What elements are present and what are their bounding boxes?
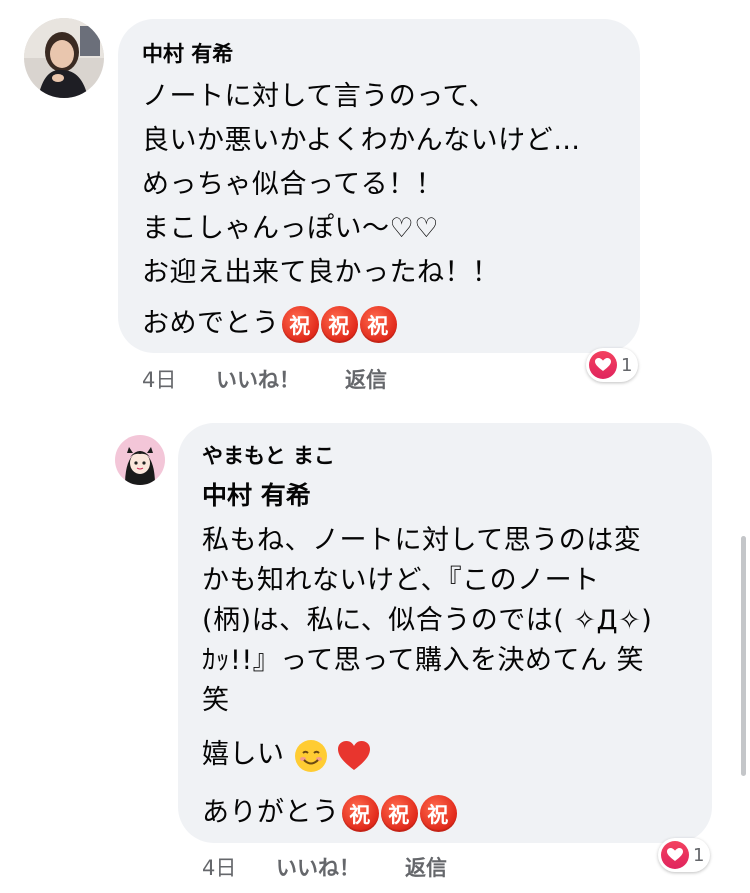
comment-final-line: おめでとう 祝 祝 祝 xyxy=(142,301,397,343)
comment-line: 私もね、ノートに対して思うのは変 xyxy=(202,525,642,556)
comment-line: めっちゃ似合ってる！！ xyxy=(142,169,444,200)
smiling-face-icon xyxy=(294,739,327,772)
comment-line: まこしゃんっぽい〜♡♡ xyxy=(142,213,439,244)
comment-final-text: おめでとう xyxy=(142,308,280,339)
mention-tag[interactable]: 中村 有希 xyxy=(202,476,311,512)
scrollbar[interactable] xyxy=(741,536,746,776)
reply-button-2[interactable]: 返信 xyxy=(405,852,447,882)
celebration-emoji: 祝 xyxy=(320,306,358,343)
celebration-emoji: 祝 xyxy=(419,795,457,832)
like-button-2[interactable]: いいね！ xyxy=(276,852,360,882)
reaction-badge-2[interactable]: 1 xyxy=(658,838,711,872)
like-button-1[interactable]: いいね！ xyxy=(216,364,300,394)
heart-icon xyxy=(589,351,617,379)
like-label[interactable]: いいね！ xyxy=(216,368,300,392)
comment-line: ノートに対して言うのって、 xyxy=(142,81,496,112)
celebration-emoji: 祝 xyxy=(281,306,319,343)
avatar-nakamura[interactable] xyxy=(24,18,104,98)
comment-line: ｶｯ!!』って思って購入を決めてん 笑 xyxy=(202,645,645,676)
celebration-emoji: 祝 xyxy=(341,795,379,832)
comment-line: 笑 xyxy=(202,685,230,716)
comment-author-1[interactable]: 中村 有希 xyxy=(142,38,233,68)
comment-time-1[interactable]: 4日 xyxy=(142,364,176,394)
celebration-emoji: 祝 xyxy=(380,795,418,832)
heart-icon xyxy=(661,841,689,869)
reaction-count: 1 xyxy=(693,844,705,866)
comment-author-2[interactable]: やまもと まこ xyxy=(202,440,335,470)
comment-time-2[interactable]: 4日 xyxy=(202,852,236,882)
reply-label[interactable]: 返信 xyxy=(345,368,387,392)
comment-line: 良いか悪いかよくわかんないけど… xyxy=(142,125,581,156)
comment-joy-text: 嬉しい xyxy=(202,739,285,770)
celebration-emoji: 祝 xyxy=(359,306,397,343)
like-label[interactable]: いいね！ xyxy=(276,856,360,880)
reply-label[interactable]: 返信 xyxy=(405,856,447,880)
comment-line: かも知れないけど、『このノート xyxy=(202,565,600,596)
reply-button-1[interactable]: 返信 xyxy=(345,364,387,394)
comment-final-text: ありがとう xyxy=(202,797,340,828)
comment-final-line: ありがとう 祝 祝 祝 xyxy=(202,790,457,832)
comment-line: お迎え出来て良かったね！！ xyxy=(142,257,500,288)
comment-line: (柄)は、私に、似合うのでは( ✧Д✧) xyxy=(202,605,653,636)
red-heart-icon xyxy=(337,740,370,770)
reaction-count: 1 xyxy=(621,354,633,376)
reaction-badge-1[interactable]: 1 xyxy=(586,348,639,382)
comment-joy-line: 嬉しい xyxy=(202,732,371,773)
avatar-yamamoto[interactable] xyxy=(115,435,165,485)
